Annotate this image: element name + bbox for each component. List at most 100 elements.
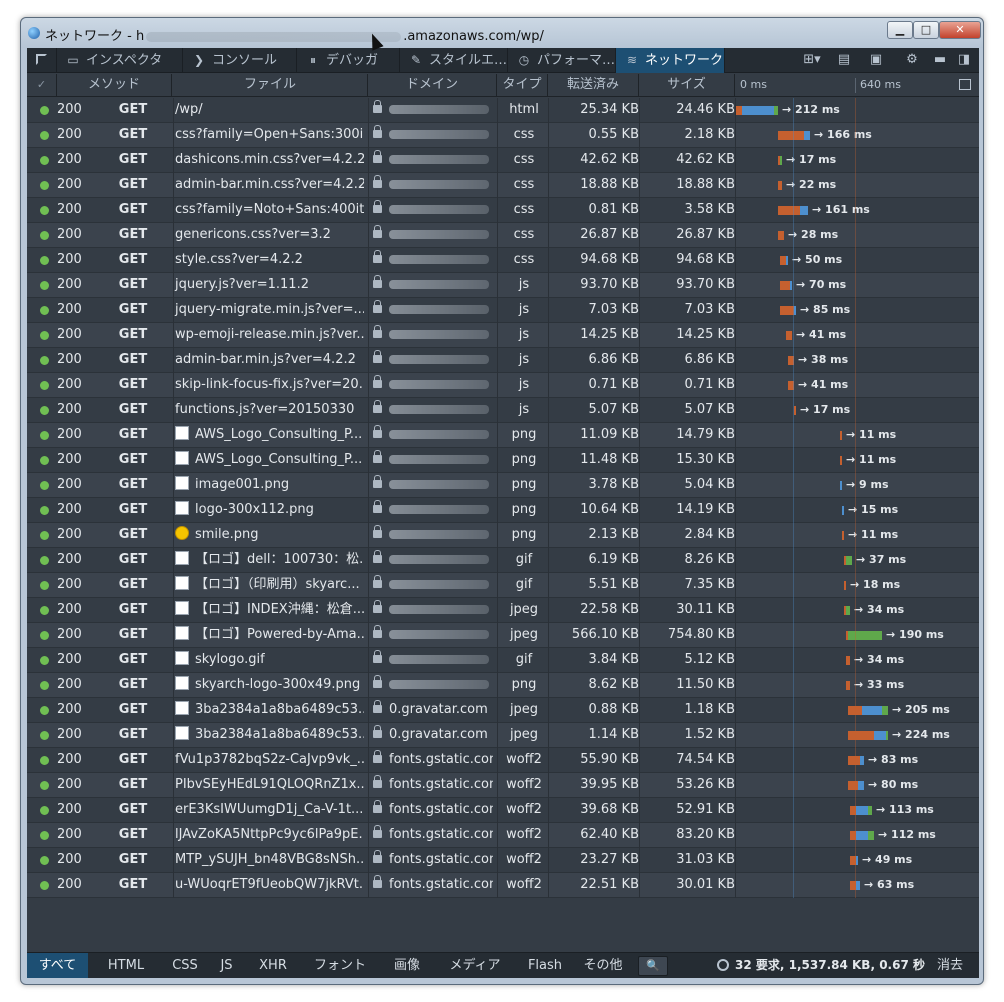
table-row[interactable]: 200 GET 【ロゴ】dell：100730：松... gif 6.19 KB 8.26… [27,548,979,573]
table-row[interactable]: 200 GET genericons.css?ver=3.2 css 26.87 KB 2… [27,223,979,248]
search-button[interactable]: 🔍 [638,956,668,976]
table-row[interactable]: 200 GET skylogo.gif gif 3.84 KB 5.12 KB → 34 m… [27,648,979,673]
column-separator [639,448,640,473]
column-separator [735,773,736,798]
status-ok-icon [40,656,49,665]
file-name: 【ロゴ】Powered-by-Ama... [195,627,364,642]
column-separator [173,198,174,223]
table-row[interactable]: 200 GET 【ロゴ】Powered-by-Ama... jpeg 566.10 KB… [27,623,979,648]
table-row[interactable]: 200 GET functions.js?ver=20150330 js 5.07 KB… [27,398,979,423]
status-ok-icon [40,281,49,290]
request-file: 【ロゴ】dell：100730：松... [174,548,364,572]
table-row[interactable]: 200 GET jquery.js?ver=1.11.2 js 93.70 KB 93.7… [27,273,979,298]
column-separator [497,823,498,848]
dock-side-icon[interactable]: ◨ [949,48,979,73]
table-row[interactable]: 200 GET logo-300x112.png png 10.64 KB 14.19 K… [27,498,979,523]
request-transferred: 39.68 KB [580,802,639,817]
tab-performance[interactable]: ◷ パフォーマ… [508,48,616,73]
table-row[interactable]: 200 GET lJAvZoKA5NttpPc9yc6lPa9pE... fonts.… [27,823,979,848]
request-domain: fonts.gstatic.com [369,773,493,797]
status-ok-icon [40,531,49,540]
filter-fonts-button[interactable]: フォント [302,953,378,978]
column-check[interactable]: ✓ [27,74,57,97]
table-row[interactable]: 200 GET MTP_ySUJH_bn48VBG8sNSh... fonts.gst… [27,848,979,873]
element-picker-icon[interactable] [27,48,57,73]
column-method[interactable]: メソッド [57,74,172,97]
table-row[interactable]: 200 GET AWS_Logo_Consulting_P... png 11.48 K… [27,448,979,473]
filter-other-button[interactable]: その他 [577,953,629,978]
request-file: lJAvZoKA5NttpPc9yc6lPa9pE... [174,823,364,847]
column-separator [735,348,736,373]
gear-icon[interactable]: ⚙ [897,48,927,73]
tab-network[interactable]: ≋ ネットワーク [616,48,725,73]
table-row[interactable]: 200 GET css?family=Noto+Sans:400it... css 0.… [27,198,979,223]
filter-media-button[interactable]: メディア [435,953,515,978]
column-domain[interactable]: ドメイン [368,74,497,97]
column-separator [497,623,498,648]
clear-button[interactable]: 消去 [937,953,963,978]
title-bar[interactable]: ネットワーク - h .amazonaws.com/wp/ ▁ □ ✕ [21,18,983,48]
table-row[interactable]: 200 GET skip-link-focus-fix.js?ver=20... js… [27,373,979,398]
filter-html-button[interactable]: HTML [91,953,161,978]
table-row[interactable]: 200 GET css?family=Open+Sans:300i... css 0.5… [27,123,979,148]
column-separator [173,448,174,473]
column-separator [173,723,174,748]
tab-inspector[interactable]: ▭ インスペクタ [57,48,183,73]
table-row[interactable]: 200 GET dashicons.min.css?ver=4.2.2 css 42.6… [27,148,979,173]
filter-xhr-button[interactable]: XHR [247,953,299,978]
request-transferred: 6.19 KB [588,552,639,567]
column-size[interactable]: サイズ [639,74,735,97]
request-type: png [511,527,537,542]
toggle-waterfall-icon[interactable] [959,79,971,90]
table-row[interactable]: 200 GET smile.png png 2.13 KB 2.84 KB → 11 ms [27,523,979,548]
table-row[interactable]: 200 GET PIbvSEyHEdL91QLOQRnZ1x... fonts.gst… [27,773,979,798]
status-ok-icon [40,256,49,265]
tab-style-editor[interactable]: ✎ スタイルエ… [400,48,508,73]
layout-icon[interactable]: ⊞▾ [794,48,830,73]
maximize-button[interactable]: □ [913,21,939,39]
table-row[interactable]: 200 GET jquery-migrate.min.js?ver=... js 7.0… [27,298,979,323]
table-row[interactable]: 200 GET skyarch-logo-300x49.png png 8.62 KB 1… [27,673,979,698]
column-type[interactable]: タイプ [497,74,548,97]
filter-flash-button[interactable]: Flash [517,953,573,978]
close-button[interactable]: ✕ [939,21,981,39]
request-summary: 32 要求, 1,537.84 KB, 0.67 秒 [717,953,925,978]
minimize-button[interactable]: ▁ [887,21,913,39]
table-row[interactable]: 200 GET AWS_Logo_Consulting_P... png 11.09 K… [27,423,979,448]
tab-debugger[interactable]: ⏸ デバッガ [297,48,400,73]
request-type: css [513,227,535,242]
table-row[interactable]: 200 GET admin-bar.min.css?ver=4.2.2 css 18.8… [27,173,979,198]
table-row[interactable]: 200 GET 3ba2384a1a8ba6489c53... 0.gravatar.… [27,698,979,723]
request-duration: → 113 ms [876,803,934,816]
table-row[interactable]: 200 GET u-WUoqrET9fUeobQW7jkRVt... fonts.gs… [27,873,979,898]
timing-wait-bar [794,306,796,315]
image-thumbnail-icon [175,426,189,440]
column-separator [639,548,640,573]
filter-images-button[interactable]: 画像 [381,953,433,978]
table-row[interactable]: 200 GET admin-bar.min.js?ver=4.2.2 js 6.86 K… [27,348,979,373]
filter-all-button[interactable]: すべて [27,953,88,978]
table-row[interactable]: 200 GET style.css?ver=4.2.2 css 94.68 KB 94.6… [27,248,979,273]
tab-console[interactable]: ❯ コンソール [183,48,297,73]
table-row[interactable]: 200 GET erE3KsIWUumgD1j_Ca-V-1t... fonts.gs… [27,798,979,823]
table-row[interactable]: 200 GET 【ロゴ】（印刷用）skyarc... gif 5.51 KB 7.35 K… [27,573,979,598]
responsive-icon[interactable]: ▣ [861,48,891,73]
request-file: admin-bar.min.js?ver=4.2.2 [174,348,364,372]
table-row[interactable]: 200 GET wp-emoji-release.min.js?ver... js 14… [27,323,979,348]
scratchpad-icon[interactable]: ▤ [829,48,859,73]
column-transferred[interactable]: 転送済み [548,74,639,97]
table-row[interactable]: 200 GET image001.png png 3.78 KB 5.04 KB → 9 m… [27,473,979,498]
table-row[interactable]: 200 GET 【ロゴ】INDEX沖縄：松倉... jpeg 22.58 KB 30.11… [27,598,979,623]
filter-js-button[interactable]: JS [209,953,244,978]
table-row[interactable]: 200 GET/wp/html 25.34 KB 24.46 KB → 212 ms [27,98,979,123]
request-type: jpeg [509,627,539,642]
redacted-host [146,31,402,42]
request-file: functions.js?ver=20150330 [174,398,364,422]
request-method: GET [118,327,148,342]
filter-css-button[interactable]: CSS [164,953,206,978]
table-row[interactable]: 200 GET 3ba2384a1a8ba6489c53... 0.gravatar.… [27,723,979,748]
debugger-icon: ⏸ [309,53,316,67]
table-row[interactable]: 200 GET fVu1p3782bqS2z-CaJvp9vk_... fonts.g… [27,748,979,773]
column-separator [735,173,736,198]
column-file[interactable]: ファイル [173,74,368,97]
